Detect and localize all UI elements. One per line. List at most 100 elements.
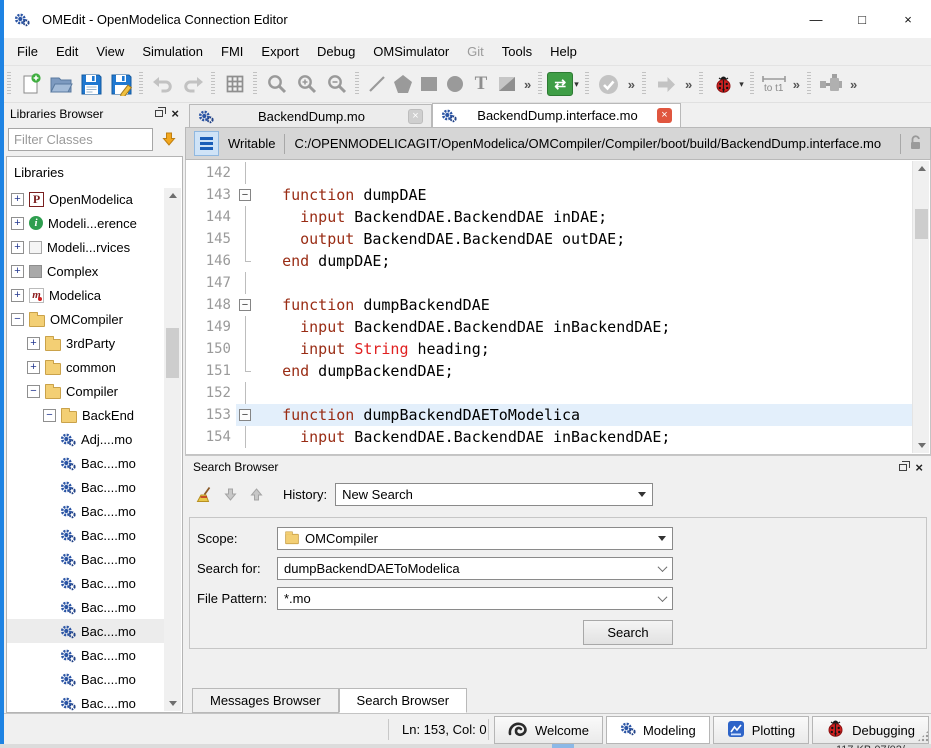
- interfaces-button[interactable]: [816, 69, 846, 99]
- zoom-out-button[interactable]: [322, 69, 352, 99]
- chevron-down-icon[interactable]: [658, 592, 668, 602]
- debug-dropdown-icon[interactable]: ▾: [739, 79, 744, 90]
- chevron-down-icon[interactable]: [658, 562, 668, 572]
- tree-item[interactable]: Bac....mo: [7, 523, 164, 547]
- tree-item[interactable]: Bac....mo: [7, 571, 164, 595]
- polygon-tool-button[interactable]: [390, 69, 416, 99]
- tree-item[interactable]: Bac....mo: [7, 475, 164, 499]
- check-model-button[interactable]: [594, 69, 624, 99]
- code-editor[interactable]: 142143− function dumpDAE144 input Backen…: [185, 160, 931, 455]
- tree-item[interactable]: Bac....mo: [7, 643, 164, 667]
- tree-item[interactable]: Bac....mo: [7, 595, 164, 619]
- bitmap-tool-button[interactable]: [494, 69, 520, 99]
- debugging-perspective-button[interactable]: Debugging: [812, 716, 929, 744]
- scroll-up-icon[interactable]: [913, 161, 930, 176]
- search-for-input[interactable]: [284, 561, 654, 576]
- tree-item[interactable]: Bac....mo: [7, 499, 164, 523]
- save-as-button[interactable]: [106, 69, 136, 99]
- tree-item[interactable]: +POpenModelica: [7, 187, 164, 211]
- tree-expander-icon[interactable]: +: [11, 217, 24, 230]
- tree-item[interactable]: +mModelica: [7, 283, 164, 307]
- tree-item[interactable]: Bac....mo: [7, 451, 164, 475]
- clear-search-button[interactable]: [191, 481, 217, 507]
- tab-close-icon[interactable]: ×: [408, 109, 423, 124]
- tree-expander-icon[interactable]: +: [11, 241, 24, 254]
- history-combobox[interactable]: New Search: [335, 483, 653, 506]
- tree-item[interactable]: Bac....mo: [7, 667, 164, 691]
- menu-debug[interactable]: Debug: [308, 39, 364, 64]
- simulation-setup-button[interactable]: to t1: [759, 69, 789, 99]
- tree-expander-icon[interactable]: +: [11, 193, 24, 206]
- welcome-perspective-button[interactable]: Welcome: [494, 716, 603, 744]
- tree-item[interactable]: +Complex: [7, 259, 164, 283]
- scrollbar-thumb[interactable]: [915, 209, 928, 239]
- tree-expander-icon[interactable]: −: [11, 313, 24, 326]
- file-pattern-input[interactable]: [284, 591, 654, 606]
- tree-item[interactable]: +3rdParty: [7, 331, 164, 355]
- menu-view[interactable]: View: [87, 39, 133, 64]
- redo-button[interactable]: [178, 69, 208, 99]
- tree-expander-icon[interactable]: −: [43, 409, 56, 422]
- tab-close-icon[interactable]: ×: [657, 108, 672, 123]
- grid-button[interactable]: [220, 69, 250, 99]
- plotting-perspective-button[interactable]: Plotting: [713, 716, 809, 744]
- scroll-down-icon[interactable]: [164, 696, 181, 711]
- close-dock-icon[interactable]: ×: [171, 107, 179, 120]
- save-button[interactable]: [76, 69, 106, 99]
- menu-simulation[interactable]: Simulation: [133, 39, 212, 64]
- toggle-editor-button[interactable]: [194, 131, 219, 156]
- tree-expander-icon[interactable]: +: [27, 337, 40, 350]
- tree-item[interactable]: Bac....mo: [7, 691, 164, 713]
- menu-git[interactable]: Git: [458, 39, 493, 64]
- connect-mode-button[interactable]: ⇄: [547, 72, 573, 96]
- tree-item[interactable]: +iModeli...erence: [7, 211, 164, 235]
- editor-scrollbar[interactable]: [912, 161, 929, 453]
- menu-help[interactable]: Help: [541, 39, 586, 64]
- rectangle-tool-button[interactable]: [416, 69, 442, 99]
- ellipse-tool-button[interactable]: [442, 69, 468, 99]
- simulate-button[interactable]: [651, 69, 681, 99]
- fold-collapse-icon[interactable]: −: [239, 189, 251, 201]
- scope-combobox[interactable]: OMCompiler: [277, 527, 673, 550]
- fold-collapse-icon[interactable]: −: [239, 409, 251, 421]
- tree-expander-icon[interactable]: −: [27, 385, 40, 398]
- tab-search-browser[interactable]: Search Browser: [339, 688, 467, 713]
- simulation-setup-overflow-button[interactable]: »: [793, 77, 800, 92]
- tree-item[interactable]: −BackEnd: [7, 403, 164, 427]
- modeling-perspective-button[interactable]: Modeling: [606, 716, 710, 744]
- search-button[interactable]: Search: [583, 620, 673, 645]
- menu-file[interactable]: File: [8, 39, 47, 64]
- tab-messages-browser[interactable]: Messages Browser: [192, 688, 339, 713]
- filter-expand-button[interactable]: [156, 127, 182, 151]
- new-model-button[interactable]: [16, 69, 46, 99]
- scroll-down-icon[interactable]: [913, 438, 930, 453]
- next-result-button[interactable]: [243, 481, 269, 507]
- text-tool-button[interactable]: T: [468, 69, 494, 99]
- fold-marker[interactable]: −: [236, 294, 256, 316]
- tree-item[interactable]: Adj....mo: [7, 427, 164, 451]
- simulate-overflow-button[interactable]: »: [685, 77, 692, 92]
- scroll-up-icon[interactable]: [164, 188, 181, 203]
- check-overflow-button[interactable]: »: [628, 77, 635, 92]
- open-file-button[interactable]: [46, 69, 76, 99]
- tab-backenddump-mo[interactable]: BackendDump.mo ×: [189, 104, 432, 127]
- tree-item[interactable]: −Compiler: [7, 379, 164, 403]
- scrollbar-thumb[interactable]: [166, 328, 179, 378]
- tree-item[interactable]: −OMCompiler: [7, 307, 164, 331]
- tree-item[interactable]: +common: [7, 355, 164, 379]
- undo-button[interactable]: [148, 69, 178, 99]
- libraries-scrollbar[interactable]: [164, 188, 181, 711]
- line-tool-button[interactable]: [364, 69, 390, 99]
- float-dock-icon[interactable]: [155, 110, 163, 117]
- filter-classes-input[interactable]: [8, 128, 153, 151]
- tree-item[interactable]: Bac....mo: [7, 547, 164, 571]
- zoom-fit-button[interactable]: [262, 69, 292, 99]
- tree-expander-icon[interactable]: +: [11, 265, 24, 278]
- fold-marker[interactable]: −: [236, 184, 256, 206]
- menu-omsimulator[interactable]: OMSimulator: [364, 39, 458, 64]
- zoom-in-button[interactable]: [292, 69, 322, 99]
- shapes-overflow-button[interactable]: »: [524, 77, 531, 92]
- interfaces-overflow-button[interactable]: »: [850, 77, 857, 92]
- file-pattern-combobox[interactable]: [277, 587, 673, 610]
- libraries-browser-header[interactable]: Libraries Browser ×: [4, 103, 185, 124]
